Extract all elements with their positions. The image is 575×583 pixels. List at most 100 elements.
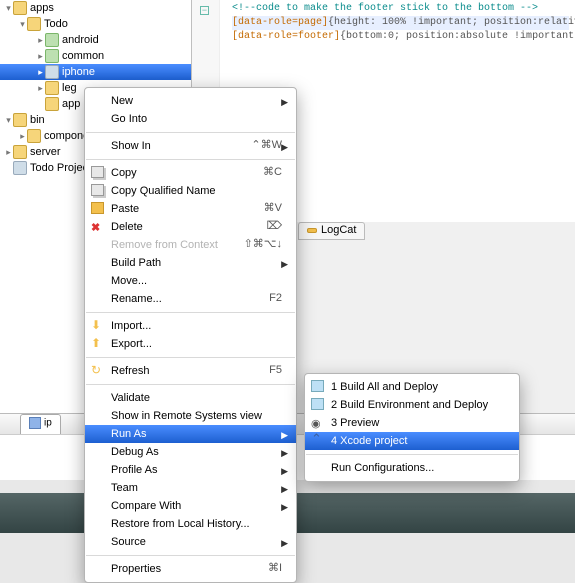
tree-item[interactable]: ▸iphone bbox=[0, 64, 191, 80]
disclosure-icon[interactable]: ▸ bbox=[18, 128, 27, 144]
menu-item[interactable]: ⬆Export... bbox=[85, 335, 296, 353]
menu-item[interactable]: ✖ Delete ⌦ bbox=[85, 218, 296, 236]
disclosure-icon[interactable]: ▸ bbox=[4, 144, 13, 160]
context-menu: New▶Go IntoShow In⌃⌘W▶Copy⌘CCopy Qualifi… bbox=[84, 87, 297, 583]
copy-icon bbox=[91, 184, 104, 196]
menu-label: Restore from Local History... bbox=[111, 518, 250, 530]
disclosure-icon[interactable]: ▾ bbox=[4, 112, 13, 128]
folder-icon bbox=[13, 145, 27, 159]
folder-icon bbox=[27, 17, 41, 31]
disclosure-icon[interactable]: ▾ bbox=[4, 0, 13, 16]
menu-item[interactable]: Debug As▶ bbox=[85, 443, 296, 461]
tree-item[interactable]: ▸android bbox=[0, 32, 191, 48]
disclosure-icon[interactable] bbox=[4, 160, 13, 176]
submenu-arrow-icon: ▶ bbox=[281, 427, 288, 443]
delete-icon: ✖ bbox=[91, 220, 104, 232]
menu-item[interactable]: Properties⌘I bbox=[85, 560, 296, 578]
menu-separator bbox=[86, 312, 295, 313]
menu-label: 1 Build All and Deploy bbox=[331, 381, 438, 393]
submenu-arrow-icon: ▶ bbox=[281, 94, 288, 110]
submenu-arrow-icon: ▶ bbox=[281, 481, 288, 497]
file-js-icon bbox=[45, 33, 59, 47]
folder-icon bbox=[45, 81, 59, 95]
folder-icon bbox=[13, 113, 27, 127]
menu-label: Rename... bbox=[111, 293, 162, 305]
menu-item[interactable]: Profile As▶ bbox=[85, 461, 296, 479]
copy-icon bbox=[91, 166, 104, 178]
run-icon bbox=[91, 427, 104, 439]
menu-item[interactable]: Restore from Local History... bbox=[85, 515, 296, 533]
import-icon: ⬇ bbox=[91, 319, 104, 331]
menu-item[interactable]: Copy⌘C bbox=[85, 164, 296, 182]
menu-label: Team bbox=[111, 482, 138, 494]
tree-item[interactable]: ▸common bbox=[0, 48, 191, 64]
menu-label: Run As bbox=[111, 428, 146, 440]
menu-item[interactable]: Rename...F2 bbox=[85, 290, 296, 308]
menu-shortcut: F5 bbox=[269, 362, 282, 378]
file-gen-icon bbox=[45, 65, 59, 79]
disclosure-icon[interactable] bbox=[36, 96, 45, 112]
menu-shortcut: ⌃⌘W bbox=[251, 137, 282, 153]
menu-separator bbox=[306, 454, 518, 455]
menu-shortcut: ⌘V bbox=[264, 200, 282, 216]
folder-icon bbox=[13, 1, 27, 15]
menu-item[interactable]: ⌃4 Xcode project bbox=[305, 432, 519, 450]
menu-label: Paste bbox=[111, 203, 139, 215]
disclosure-icon[interactable]: ▸ bbox=[36, 32, 45, 48]
code-token: [data-role=page] bbox=[232, 17, 328, 28]
menu-item[interactable]: Team ▶ bbox=[85, 479, 296, 497]
menu-item[interactable]: Copy Qualified Name bbox=[85, 182, 296, 200]
menu-item[interactable]: ◉3 Preview bbox=[305, 414, 519, 432]
menu-label: Show In bbox=[111, 140, 151, 152]
fold-minus-icon[interactable]: − bbox=[200, 6, 209, 15]
tree-label: apps bbox=[27, 2, 54, 14]
disclosure-icon[interactable]: ▸ bbox=[36, 80, 45, 96]
build-icon bbox=[311, 398, 324, 410]
tree-item[interactable]: ▾ apps bbox=[0, 0, 191, 16]
tab-logcat[interactable]: LogCat bbox=[298, 222, 365, 240]
paste-icon bbox=[91, 202, 104, 214]
menu-item[interactable]: New▶ bbox=[85, 92, 296, 110]
editor-tab[interactable]: ip bbox=[20, 414, 61, 434]
menu-label: Properties bbox=[111, 563, 161, 575]
menu-item[interactable]: Show In ⌃⌘W▶ bbox=[85, 137, 296, 155]
menu-item[interactable]: 1 Build All and Deploy bbox=[305, 378, 519, 396]
menu-item[interactable]: Go Into bbox=[85, 110, 296, 128]
menu-separator bbox=[86, 555, 295, 556]
menu-label: Debug As bbox=[111, 446, 159, 458]
menu-item[interactable]: Run Configurations... bbox=[305, 459, 519, 477]
menu-item[interactable]: ⬇Import... bbox=[85, 317, 296, 335]
menu-label: Build Path bbox=[111, 257, 161, 269]
submenu-arrow-icon: ▶ bbox=[281, 139, 288, 155]
menu-label: 4 Xcode project bbox=[331, 435, 407, 447]
menu-item[interactable]: Show in Remote Systems view bbox=[85, 407, 296, 425]
menu-item[interactable]: 2 Build Environment and Deploy bbox=[305, 396, 519, 414]
menu-item[interactable]: Validate bbox=[85, 389, 296, 407]
menu-separator bbox=[86, 159, 295, 160]
menu-item[interactable]: Run As ▶ bbox=[85, 425, 296, 443]
disclosure-icon[interactable]: ▸ bbox=[36, 64, 45, 80]
submenu-arrow-icon: ▶ bbox=[281, 256, 288, 272]
menu-item[interactable]: Compare With▶ bbox=[85, 497, 296, 515]
menu-separator bbox=[86, 132, 295, 133]
disclosure-icon[interactable]: ▸ bbox=[36, 48, 45, 64]
menu-item[interactable]: Paste ⌘V bbox=[85, 200, 296, 218]
folder-icon bbox=[27, 129, 41, 143]
tree-item[interactable]: ▾Todo bbox=[0, 16, 191, 32]
file-icon bbox=[29, 417, 41, 429]
menu-item[interactable]: Source ▶ bbox=[85, 533, 296, 551]
menu-item[interactable]: Build Path ▶ bbox=[85, 254, 296, 272]
disclosure-icon[interactable]: ▾ bbox=[18, 16, 27, 32]
menu-shortcut: ⌦ bbox=[266, 218, 282, 234]
menu-label: 3 Preview bbox=[331, 417, 379, 429]
menu-label: Refresh bbox=[111, 365, 150, 377]
file-js-icon bbox=[45, 49, 59, 63]
export-icon: ⬆ bbox=[91, 337, 104, 349]
code-token: [data-role=footer] bbox=[232, 31, 340, 42]
menu-item[interactable]: Move... bbox=[85, 272, 296, 290]
code-token: {height: 100% !important; position:relat… bbox=[328, 17, 575, 28]
submenu-arrow-icon: ▶ bbox=[281, 535, 288, 551]
menu-label: Source bbox=[111, 536, 146, 548]
menu-label: Delete bbox=[111, 221, 143, 233]
menu-item[interactable]: ↻RefreshF5 bbox=[85, 362, 296, 380]
